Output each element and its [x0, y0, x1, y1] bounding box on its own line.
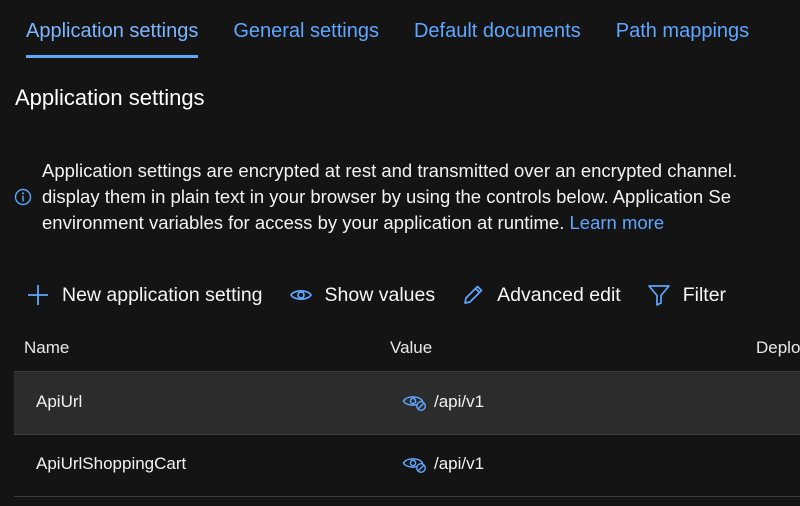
hidden-value-icon[interactable]	[402, 454, 428, 474]
info-banner: Application settings are encrypted at re…	[14, 158, 800, 236]
column-header-value[interactable]: Value	[390, 338, 432, 358]
info-line-1: Application settings are encrypted at re…	[42, 160, 738, 181]
column-header-name[interactable]: Name	[24, 338, 69, 358]
filter-icon	[647, 285, 670, 306]
setting-value-text: /api/v1	[434, 454, 485, 473]
advanced-edit-button[interactable]: Advanced edit	[461, 283, 621, 307]
page-title: Application settings	[15, 85, 205, 110]
hidden-value-icon[interactable]	[402, 392, 428, 412]
tab-application-settings[interactable]: Application settings	[26, 18, 199, 58]
column-header-deployment[interactable]: Deplo	[756, 338, 800, 358]
setting-value: /api/v1	[402, 454, 484, 474]
new-application-setting-label: New application setting	[62, 283, 263, 306]
setting-value-text: /api/v1	[434, 392, 485, 411]
advanced-edit-label: Advanced edit	[497, 283, 621, 306]
tab-path-mappings[interactable]: Path mappings	[616, 18, 749, 58]
setting-name[interactable]: ApiUrlShoppingCart	[36, 454, 186, 474]
settings-tabs: Application settings General settings De…	[26, 18, 784, 62]
info-line-3: environment variables for access by your…	[42, 210, 800, 236]
plus-icon	[28, 285, 48, 305]
info-line-3-text: environment variables for access by your…	[42, 212, 565, 233]
info-line-2: display them in plain text in your brows…	[42, 186, 731, 207]
eye-icon	[289, 290, 312, 300]
setting-value: /api/v1	[402, 392, 484, 412]
app-settings-page: Application settings General settings De…	[0, 0, 800, 506]
table-row[interactable]: ApiUrl /api/v1	[14, 371, 800, 435]
learn-more-link[interactable]: Learn more	[570, 212, 665, 233]
info-text: Application settings are encrypted at re…	[42, 158, 800, 236]
new-application-setting-button[interactable]: New application setting	[26, 283, 263, 307]
pencil-icon	[464, 285, 483, 304]
table-row[interactable]: ApiUrlShoppingCart /api/v1	[14, 434, 800, 497]
tab-general-settings[interactable]: General settings	[233, 18, 379, 58]
setting-name[interactable]: ApiUrl	[36, 392, 82, 412]
show-values-button[interactable]: Show values	[289, 283, 436, 307]
show-values-label: Show values	[324, 283, 436, 306]
info-icon	[14, 188, 32, 206]
tab-default-documents[interactable]: Default documents	[414, 18, 581, 58]
toolbar: New application setting Show values Adva…	[26, 280, 752, 310]
filter-label: Filter	[682, 283, 727, 306]
filter-button[interactable]: Filter	[647, 283, 726, 307]
